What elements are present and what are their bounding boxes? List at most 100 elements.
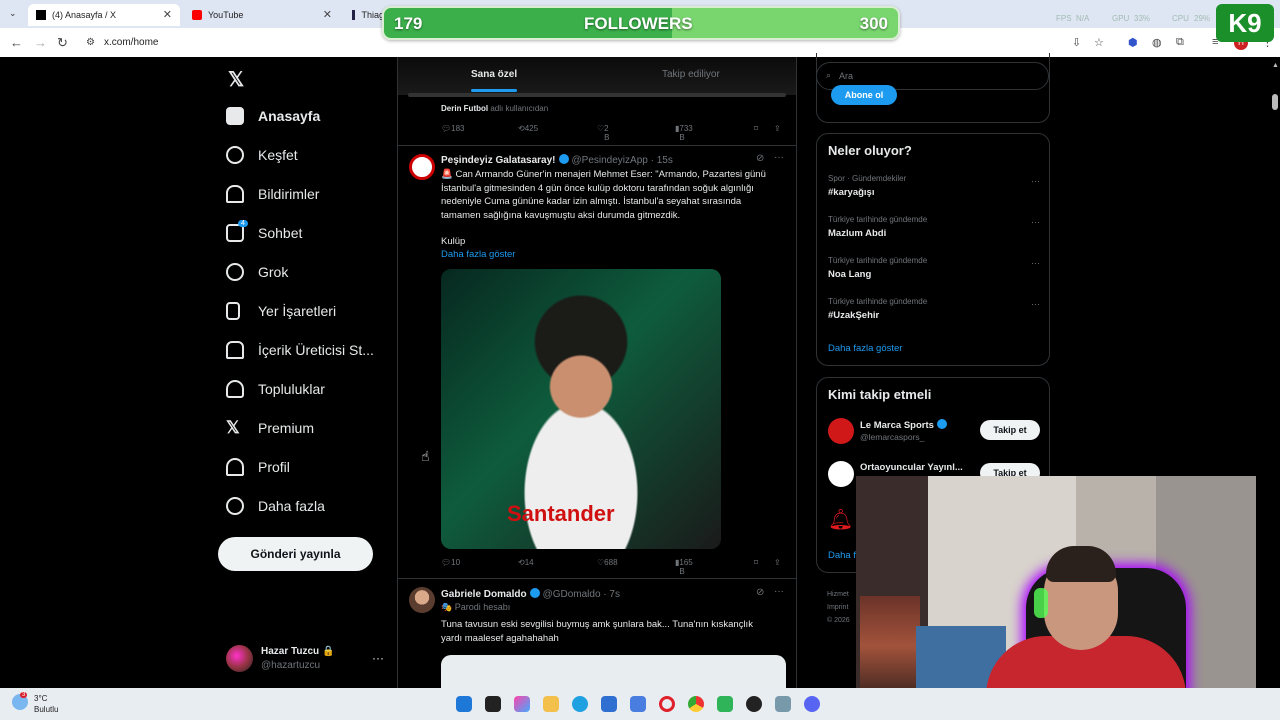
more-icon[interactable]: ··· (1031, 258, 1040, 268)
author-handle[interactable]: @GDomaldo · 7s (543, 589, 620, 600)
opera-icon[interactable] (659, 696, 675, 712)
scrollbar[interactable] (1272, 94, 1278, 110)
like-button[interactable]: ♡ 2 B (597, 124, 610, 142)
retweet-button[interactable]: ⟲ 14 (518, 558, 534, 567)
bell-icon: 🔔︎ (828, 509, 854, 531)
footer-link[interactable]: Hizmet (827, 588, 850, 601)
avatar[interactable] (409, 587, 435, 613)
author-name[interactable]: Peşindeyiz Galatasaray! (441, 155, 556, 166)
share-icon[interactable]: ⇪ (774, 558, 781, 567)
app-icon[interactable] (630, 696, 646, 712)
grok-icon[interactable]: ⊘ (756, 153, 764, 164)
main-feed: Sana özel Takip ediliyor Derin Futbol ad… (397, 57, 797, 688)
tweet-image[interactable]: Santander (441, 269, 721, 549)
extensions-puzzle-icon[interactable]: ⧉ (1176, 36, 1184, 49)
chrome-icon[interactable] (688, 696, 704, 712)
author-handle[interactable]: @PesindeyizApp · 15s (572, 155, 673, 166)
sidebar-item-premium[interactable]: 𝕏 Premium (226, 413, 314, 443)
tweet[interactable]: Gabriele Domaldo @GDomaldo · 7s ⊘ ··· 🎭 P… (398, 579, 796, 688)
footer-link[interactable]: Imprint (827, 601, 850, 614)
file-explorer-icon[interactable] (543, 696, 559, 712)
retweet-button[interactable]: ⟲ 425 (518, 124, 538, 133)
reply-button[interactable]: 💬︎ 10 (441, 558, 460, 567)
more-icon[interactable]: ··· (372, 651, 384, 665)
trends-show-more[interactable]: Daha fazla göster (828, 343, 902, 354)
extension-icon[interactable]: ◍ (1152, 36, 1162, 49)
sidebar-item-communities[interactable]: Topluluklar (226, 374, 325, 404)
tweet-image[interactable] (441, 655, 786, 688)
close-icon[interactable]: ✕ (323, 8, 332, 21)
views-button[interactable]: ▮ 165 B (675, 558, 693, 576)
install-icon[interactable]: ⇩ (1072, 36, 1081, 49)
back-icon[interactable]: ← (10, 35, 23, 50)
share-icon[interactable]: ⇪ (774, 124, 781, 133)
bookmark-icon[interactable]: ⌑ (754, 558, 758, 567)
bookmark-icon[interactable]: ⌑ (754, 124, 758, 133)
tab-following[interactable]: Takip ediliyor (662, 69, 720, 80)
copilot-icon[interactable] (514, 696, 530, 712)
steam-icon[interactable] (746, 696, 762, 712)
reload-icon[interactable]: ↻ (57, 35, 68, 51)
tab-for-you[interactable]: Sana özel (471, 69, 517, 80)
post-button[interactable]: Gönderi yayınla (218, 537, 373, 571)
start-icon[interactable] (456, 696, 472, 712)
extension-icon[interactable]: ⬢ (1128, 36, 1138, 49)
sidebar-item-bookmarks[interactable]: Yer İşaretleri (226, 296, 336, 326)
follow-button[interactable]: Takip et (980, 420, 1040, 440)
scroll-up-icon[interactable]: ▲ (1272, 62, 1279, 69)
search-icon (226, 146, 244, 164)
task-view-icon[interactable] (485, 696, 501, 712)
suggestion-name-text: Le Marca Sports (860, 420, 934, 431)
more-icon[interactable]: ··· (774, 152, 784, 163)
sidebar-item-more[interactable]: Daha fazla (226, 491, 325, 521)
more-icon[interactable]: ··· (1031, 176, 1040, 186)
views-button[interactable]: ▮ 733 B (675, 124, 693, 142)
sidebar-item-notifications[interactable]: Bildirimler (226, 179, 319, 209)
network-app-icon[interactable] (775, 696, 791, 712)
edge-icon[interactable] (572, 696, 588, 712)
sidebar-item-home[interactable]: Anasayfa (226, 101, 320, 131)
context-name[interactable]: Derin Futbol (441, 104, 488, 113)
close-icon[interactable]: ✕ (163, 8, 172, 21)
store-icon[interactable] (601, 696, 617, 712)
tab-youtube[interactable]: YouTube ✕ (184, 4, 340, 26)
discord-icon[interactable] (804, 696, 820, 712)
tab-x-home[interactable]: (4) Anasayfa / X ✕ (28, 4, 180, 26)
tab-list-icon[interactable]: ⌄ (9, 8, 17, 19)
x-logo-icon[interactable]: 𝕏 (228, 67, 244, 92)
cpu-value: 29% (1194, 14, 1211, 23)
url-field[interactable]: x.com/home (104, 37, 158, 48)
reply-button[interactable]: 💬︎ 183 (441, 124, 465, 133)
sidebar-item-explore[interactable]: Keşfet (226, 140, 298, 170)
profile-name: Hazar Tuzcu 🔒 (261, 646, 335, 657)
tweet[interactable]: Peşindeyiz Galatasaray! @PesindeyizApp · … (398, 146, 796, 578)
site-info-icon[interactable]: ⚙ (86, 37, 95, 48)
follow-show-more[interactable]: Daha f (828, 550, 856, 561)
bookmark-star-icon[interactable]: ☆ (1094, 36, 1104, 49)
account-switcher[interactable]: Hazar Tuzcu 🔒 @hazartuzcu ··· (226, 643, 386, 675)
more-icon[interactable]: ··· (774, 586, 784, 597)
trend-item[interactable]: Türkiye tarihinde gündemde Noa Lang ··· (828, 256, 1040, 280)
author-name[interactable]: Gabriele Domaldo (441, 589, 527, 600)
follow-suggestion[interactable]: Le Marca Sports @lemarcaspors_ Takip et (828, 416, 1040, 446)
sidebar-item-profile[interactable]: Profil (226, 452, 290, 482)
sidebar-item-grok[interactable]: Grok (226, 257, 288, 287)
trend-item[interactable]: Türkiye tarihinde gündemde #UzakŞehir ··… (828, 297, 1040, 321)
like-button[interactable]: ♡ 688 (597, 558, 618, 567)
subscribe-button[interactable]: Abone ol (831, 85, 897, 105)
grok-icon[interactable]: ⊘ (756, 587, 764, 598)
trend-context: Türkiye tarihinde gündemde (828, 297, 928, 306)
more-icon[interactable]: ··· (1031, 299, 1040, 309)
weather-temp: 3°C (34, 694, 48, 703)
forward-icon[interactable]: → (34, 35, 47, 50)
sidebar-item-creator-studio[interactable]: İçerik Üreticisi St... (226, 335, 374, 365)
trend-item[interactable]: Türkiye tarihinde gündemde Mazlum Abdi ·… (828, 215, 1040, 239)
avatar[interactable] (409, 154, 435, 180)
tab-third[interactable]: Thiag (344, 4, 384, 26)
weather-widget[interactable]: 3°C Bulutlu (34, 693, 58, 715)
sidebar-item-chat[interactable]: 4 Sohbet (226, 218, 302, 248)
trend-item[interactable]: Spor · Gündemdekiler #karyağışı ··· (828, 174, 1040, 198)
more-icon[interactable]: ··· (1031, 217, 1040, 227)
show-more-link[interactable]: Daha fazla göster (441, 248, 776, 262)
whatsapp-icon[interactable] (717, 696, 733, 712)
